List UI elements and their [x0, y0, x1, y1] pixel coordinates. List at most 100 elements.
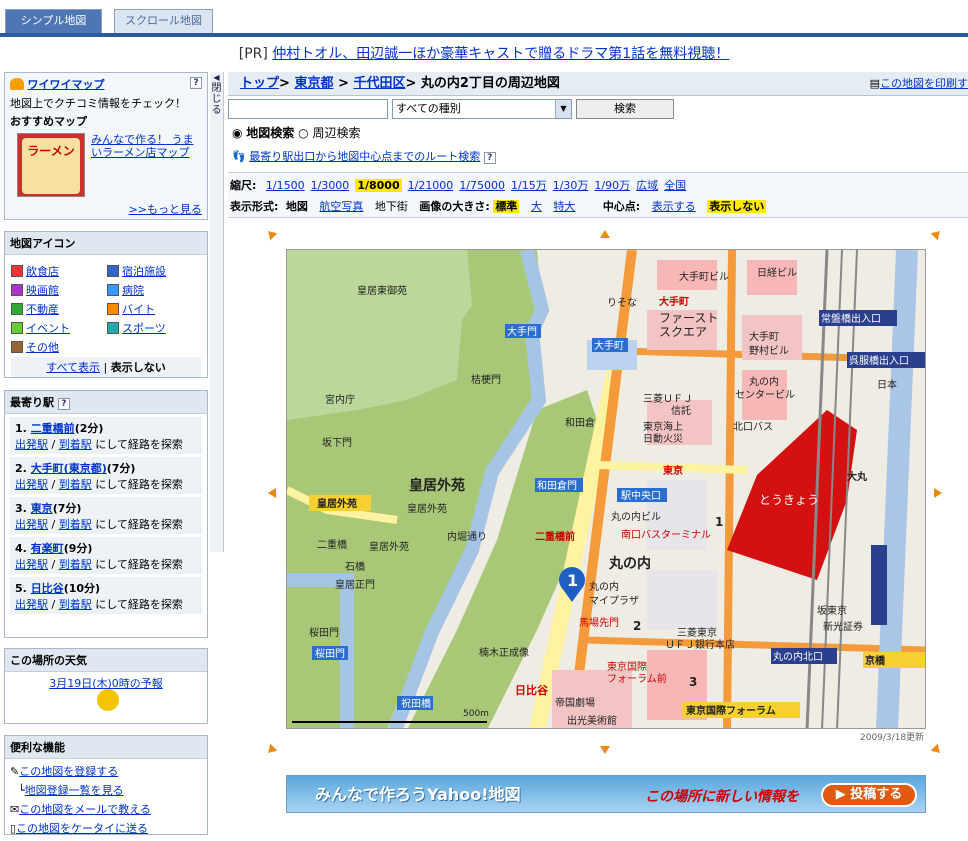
register-list-item[interactable]: └地図登録一覧を見る — [10, 781, 202, 800]
pr-link[interactable]: 仲村トオル、田辺誠一ほか豪華キャストで贈るドラマ第1話を無料視聴！ — [272, 46, 729, 62]
to-station-link[interactable]: 到着駅 — [59, 598, 92, 611]
icon-item-sports[interactable]: スポーツ — [107, 319, 166, 339]
scale-option[interactable]: 1/3000 — [311, 179, 350, 192]
ramen-thumbnail[interactable]: ラーメン — [17, 133, 85, 197]
scale-option[interactable]: 1/21000 — [408, 179, 454, 192]
icon-item-hotel[interactable]: 宿泊施設 — [107, 262, 166, 282]
tab-scroll-map[interactable]: スクロール地図 — [114, 9, 213, 33]
help-icon[interactable]: ? — [483, 152, 496, 164]
search-button[interactable]: 検索 — [576, 99, 674, 119]
hotel-icon — [107, 265, 119, 277]
station-link[interactable]: 東京 — [31, 502, 53, 515]
route-search-link[interactable]: 最寄り駅出口から地図中心点までのルート検索 — [249, 150, 480, 163]
yahoo-map-banner[interactable]: みんなで作ろうYahoo!地図 この場所に新しい情報を ▶ 投稿する — [286, 775, 926, 813]
pencil-icon: ✎ — [10, 765, 20, 778]
show-all-link[interactable]: すべて表示 — [46, 361, 100, 374]
center-show-link[interactable]: 表示する — [652, 200, 696, 213]
post-button[interactable]: ▶ 投稿する — [821, 783, 917, 807]
icon-item-restaurant[interactable]: 飲食店 — [11, 262, 59, 282]
station-link[interactable]: 二重橋前 — [31, 422, 75, 435]
map-label-nomura2: 野村ビル — [749, 344, 789, 357]
help-icon[interactable]: ? — [190, 77, 202, 89]
from-station-link[interactable]: 出発駅 — [15, 438, 48, 451]
pan-south-arrow-icon[interactable] — [600, 746, 610, 754]
mail-map-item[interactable]: ✉この地図をメールで教える — [10, 800, 202, 819]
from-station-link[interactable]: 出発駅 — [15, 518, 48, 531]
map-label-sakashitamon: 坂下門 — [322, 437, 352, 449]
map-label-kokyo-gaien3: 皇居外苑 — [369, 540, 409, 553]
display-photo-link[interactable]: 航空写真 — [319, 200, 363, 213]
more-link[interactable]: >>もっと見る — [129, 201, 202, 217]
icon-item-event[interactable]: イベント — [11, 319, 70, 339]
station-link[interactable]: 日比谷 — [31, 582, 64, 595]
to-station-link[interactable]: 到着駅 — [59, 558, 92, 571]
map-label-minami-bus: 南口バスターミナル — [621, 528, 711, 541]
print-map-link[interactable]: ▤この地図を印刷す — [870, 72, 968, 96]
station-link[interactable]: 有楽町 — [31, 542, 64, 555]
pan-northwest-arrow-icon[interactable] — [264, 227, 278, 241]
to-station-link[interactable]: 到着駅 — [59, 438, 92, 451]
icon-item-realestate[interactable]: 不動産 — [11, 300, 59, 320]
pan-southeast-arrow-icon[interactable] — [930, 743, 944, 757]
collapse-sidebar-bar[interactable]: ◀ 閉 じ る — [210, 72, 224, 552]
display-row: 表示形式: 地図 航空写真 地下街 画像の大きさ: 標準 大 特大 中心点: 表… — [230, 198, 767, 214]
pan-north-arrow-icon[interactable] — [600, 230, 610, 238]
to-station-link[interactable]: 到着駅 — [59, 478, 92, 491]
icon-item-other[interactable]: その他 — [11, 338, 59, 358]
pan-northeast-arrow-icon[interactable] — [930, 227, 944, 241]
route-text: にして経路を探索 — [95, 598, 183, 611]
from-station-link[interactable]: 出発駅 — [15, 598, 48, 611]
scale-option[interactable]: 広域 — [636, 179, 658, 192]
scale-option[interactable]: 全国 — [664, 179, 686, 192]
area-search-radio[interactable]: ○ 周辺検索 — [298, 126, 360, 140]
station-link[interactable]: 大手町(東京都) — [31, 462, 107, 475]
from-station-link[interactable]: 出発駅 — [15, 478, 48, 491]
play-icon: ▶ — [835, 787, 851, 802]
search-input[interactable] — [228, 99, 388, 119]
breadcrumb-ward[interactable]: 千代田区 — [353, 76, 405, 91]
map-label-nijubashimae: 二重橋前 — [535, 530, 575, 543]
pan-east-arrow-icon[interactable] — [934, 488, 942, 498]
category-select[interactable]: すべての種別 ▼ — [392, 99, 572, 119]
pan-southwest-arrow-icon[interactable] — [264, 743, 278, 757]
map-label-wadakura: 和田倉 — [565, 416, 595, 429]
moon-icon — [97, 689, 119, 711]
map-label-square: スクエア — [659, 325, 707, 339]
map-label-nikkei: 日経ビル — [757, 266, 797, 279]
map-label-marunouchi-big: 丸の内 — [608, 555, 651, 572]
size-xlarge-link[interactable]: 特大 — [553, 200, 575, 213]
scale-option[interactable]: 1/1500 — [266, 179, 305, 192]
to-station-link[interactable]: 到着駅 — [59, 518, 92, 531]
map-svg: 皇居東御苑 宮内庁 坂下門 桔梗門 皇居外苑 皇居外苑 皇居外苑 皇居外苑 二重… — [287, 250, 925, 728]
map-label-tokio1: 東京海上 — [643, 420, 683, 433]
map-block-number-3: 3 — [689, 675, 697, 689]
mobile-map-item[interactable]: ▯この地図をケータイに送る — [10, 819, 202, 838]
forecast-link[interactable]: 3月19日(木)0時の予報 — [49, 677, 163, 690]
icon-item-hospital[interactable]: 病院 — [107, 281, 144, 301]
tab-simple-map[interactable]: シンプル地図 — [5, 9, 102, 33]
waiwai-map-title[interactable]: ワイワイマップ — [28, 78, 105, 91]
station-item: 4. 有楽町(9分) 出発駅 / 到着駅 にして経路を探索 — [10, 537, 202, 574]
breadcrumb-top[interactable]: トップ — [240, 76, 279, 91]
ramen-map-link[interactable]: みんなで作る！ うまいラーメン店マップ — [91, 133, 203, 159]
scale-option: 1/8000 — [355, 179, 402, 192]
scale-option[interactable]: 1/30万 — [553, 179, 589, 192]
map-scale-bar-label: 500m — [463, 709, 489, 719]
help-icon[interactable]: ? — [57, 398, 70, 410]
scale-option[interactable]: 1/15万 — [511, 179, 547, 192]
icon-item-cinema[interactable]: 映画館 — [11, 281, 59, 301]
register-map-item[interactable]: ✎この地図を登録する — [10, 762, 202, 781]
scale-option[interactable]: 1/90万 — [594, 179, 630, 192]
route-text: にして経路を探索 — [95, 518, 183, 531]
size-label: 画像の大きさ: — [419, 200, 490, 213]
breadcrumb-pref[interactable]: 東京都 — [294, 76, 333, 91]
map-label-sakashi: 坂東京 — [817, 604, 847, 617]
pan-west-arrow-icon[interactable] — [268, 488, 276, 498]
icon-item-parttime[interactable]: バイト — [107, 300, 155, 320]
from-station-link[interactable]: 出発駅 — [15, 558, 48, 571]
map-image[interactable]: 皇居東御苑 宮内庁 坂下門 桔梗門 皇居外苑 皇居外苑 皇居外苑 皇居外苑 二重… — [286, 249, 926, 729]
map-search-radio[interactable]: ◉ 地図検索 — [232, 126, 294, 140]
map-label-otemachi: 大手町 — [659, 295, 689, 308]
scale-option[interactable]: 1/75000 — [459, 179, 505, 192]
size-large-link[interactable]: 大 — [531, 200, 542, 213]
